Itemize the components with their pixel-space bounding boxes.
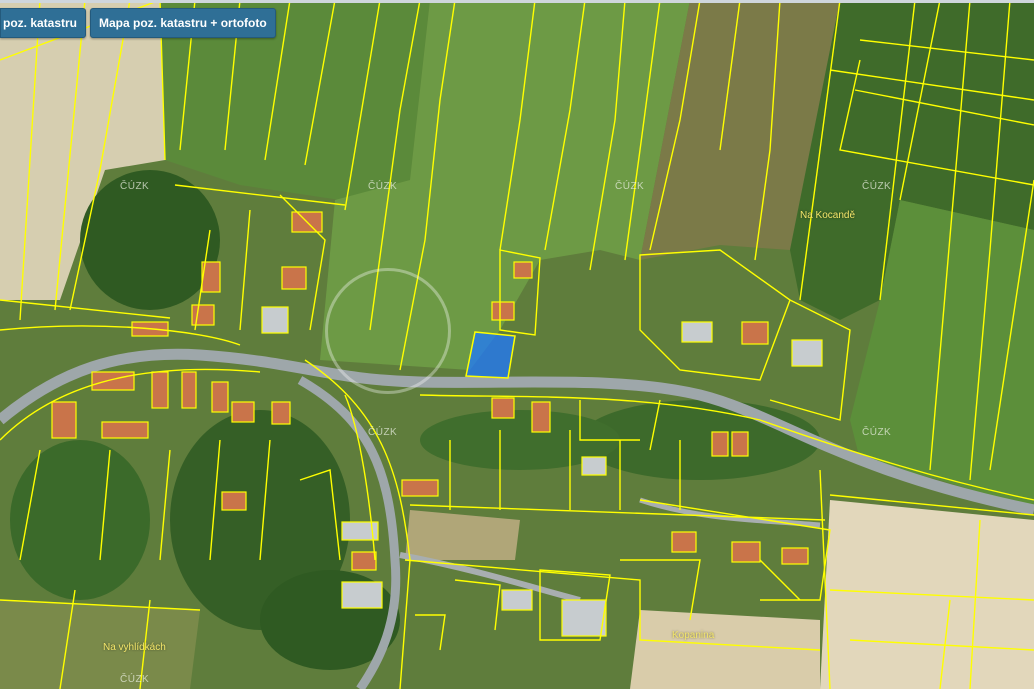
cuzk-label: ČÚZK [120, 674, 150, 685]
field-kopanina [630, 610, 820, 689]
cuzk-label: ČÚZK [615, 181, 645, 192]
forest-1 [80, 170, 220, 310]
cadastral-map[interactable]: ČÚZK ČÚZK ČÚZK ČÚZK ČÚZK ČÚZK ČÚZK Na Ko… [0, 0, 1034, 689]
place-label-kopanina: Kopanina [672, 630, 715, 641]
orthophoto-layer [0, 0, 1034, 689]
place-label-na-kocande: Na Kocandě [800, 210, 856, 221]
map-layer-tabs: poz. katastru Mapa poz. katastru + ortof… [0, 8, 276, 38]
field-sw [0, 600, 200, 689]
window-top-strip [0, 0, 1034, 3]
tab-cadastre[interactable]: poz. katastru [0, 8, 87, 38]
cuzk-label: ČÚZK [862, 427, 892, 438]
tab-cadastre-orthophoto[interactable]: Mapa poz. katastru + ortofoto [90, 8, 276, 38]
place-label-na-vyhlidkach: Na vyhlídkách [103, 642, 166, 653]
cuzk-label: ČÚZK [368, 181, 398, 192]
cuzk-label: ČÚZK [862, 181, 892, 192]
forest-3 [10, 440, 150, 600]
selected-parcel [465, 331, 516, 379]
cuzk-label: ČÚZK [368, 427, 398, 438]
cuzk-label: ČÚZK [120, 181, 150, 192]
map-watermark-logo-icon [325, 268, 451, 394]
